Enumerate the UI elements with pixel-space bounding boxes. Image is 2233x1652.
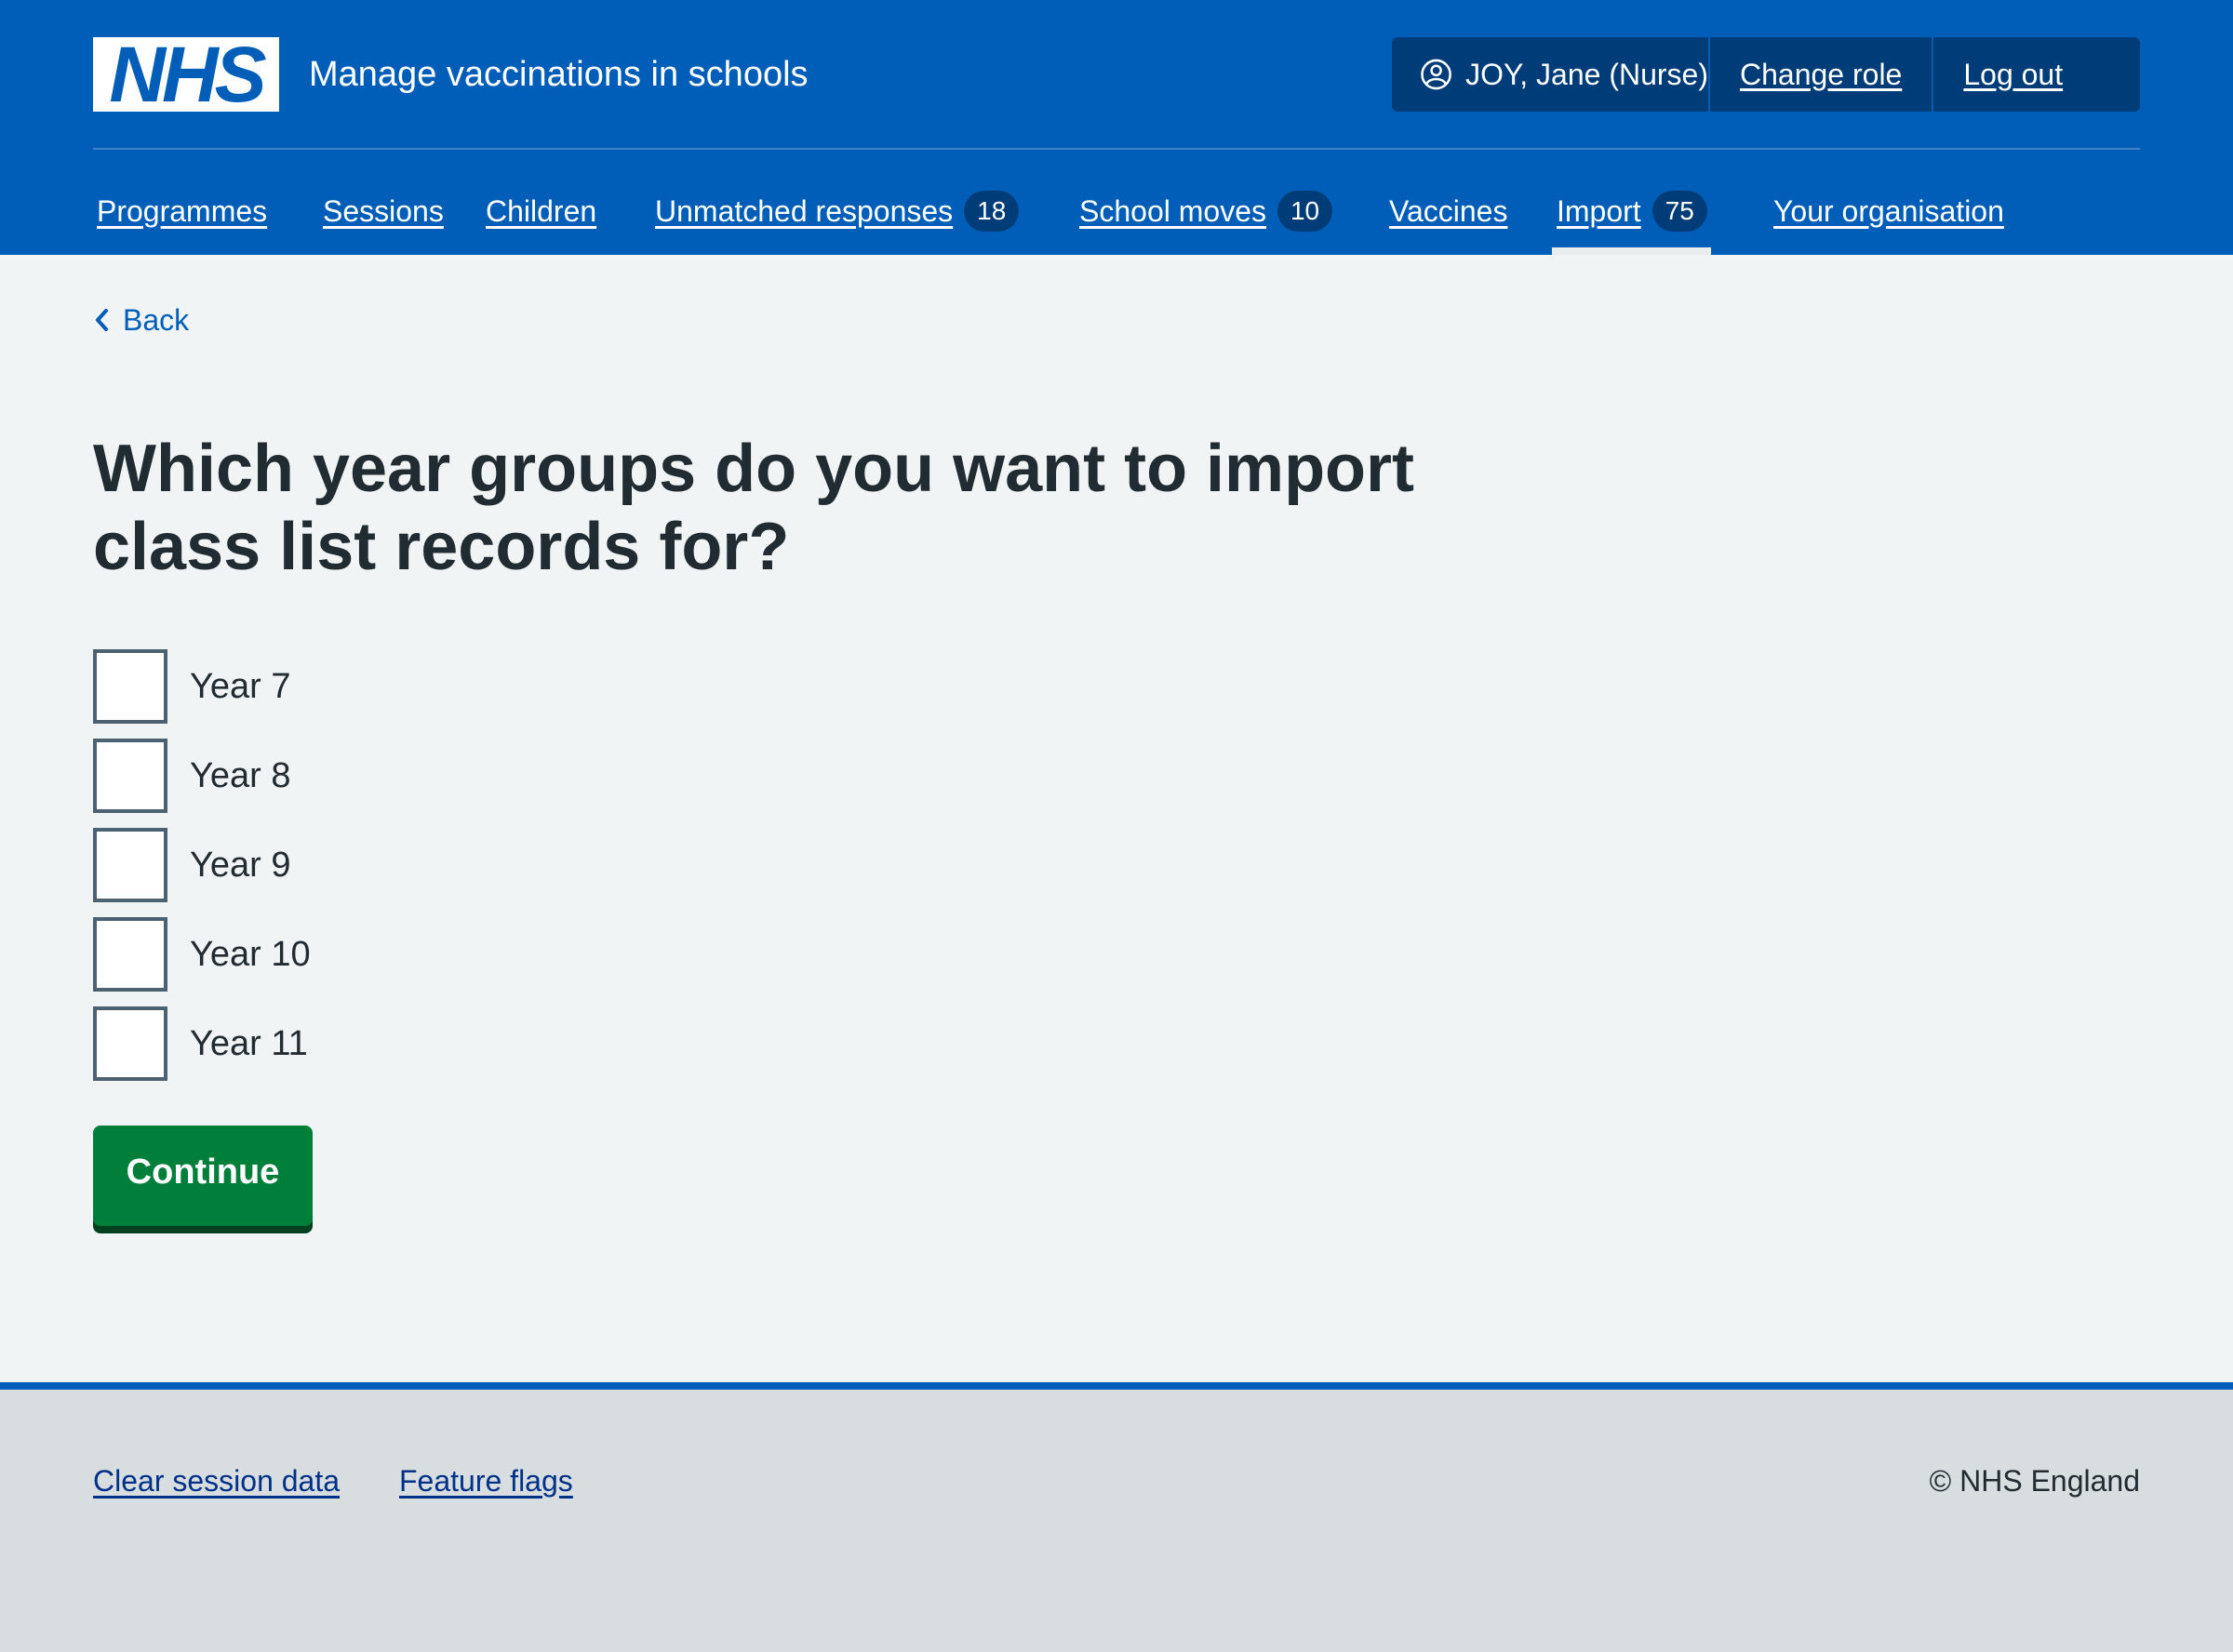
checkbox-year-8[interactable]: Year 8 (93, 739, 311, 813)
clear-session-data-link[interactable]: Clear session data (93, 1464, 340, 1499)
nav-label: Sessions (323, 193, 444, 228)
nav-item-sessions[interactable]: Sessions (323, 167, 444, 255)
change-role-link[interactable]: Change role (1710, 37, 1934, 112)
nav-label: Children (486, 193, 597, 228)
checkbox-label[interactable]: Year 8 (190, 750, 290, 802)
checkbox-input[interactable] (93, 917, 167, 992)
account-user: JOY, Jane (Nurse) (1392, 37, 1710, 112)
checkbox-label[interactable]: Year 7 (190, 660, 290, 713)
checkbox-year-10[interactable]: Year 10 (93, 917, 311, 992)
primary-navigation: Programmes Sessions Children Unmatched r… (93, 167, 2140, 255)
nav-item-children[interactable]: Children (486, 167, 596, 255)
checkbox-year-7[interactable]: Year 7 (93, 649, 311, 724)
back-link-label: Back (123, 303, 190, 337)
header-divider (93, 148, 2140, 150)
account-menu: JOY, Jane (Nurse) Change role Log out (1392, 37, 2140, 112)
checkbox-label[interactable]: Year 10 (190, 928, 311, 980)
chevron-left-icon (96, 309, 108, 331)
checkbox-label[interactable]: Year 9 (190, 839, 290, 891)
checkbox-input[interactable] (93, 649, 167, 724)
year-group-checkboxes: Year 7 Year 8 Year 9 Year 10 Year 11 (93, 649, 311, 1096)
checkbox-year-11[interactable]: Year 11 (93, 1006, 311, 1081)
nav-item-unmatched-responses[interactable]: Unmatched responses 18 (655, 167, 1020, 255)
log-out-link[interactable]: Log out (1933, 37, 2093, 112)
nhs-logo[interactable]: NHS (93, 31, 279, 118)
nav-item-your-organisation[interactable]: Your organisation (1773, 167, 2004, 255)
nav-item-school-moves[interactable]: School moves 10 (1079, 167, 1333, 255)
nav-label: Import (1557, 193, 1641, 228)
nav-item-vaccines[interactable]: Vaccines (1389, 167, 1507, 255)
feature-flags-link[interactable]: Feature flags (399, 1464, 573, 1499)
service-name[interactable]: Manage vaccinations in schools (309, 48, 809, 100)
checkbox-input[interactable] (93, 1006, 167, 1081)
count-badge: 75 (1651, 191, 1707, 232)
continue-button[interactable]: Continue (93, 1126, 313, 1226)
nav-item-programmes[interactable]: Programmes (97, 167, 267, 255)
site-header: NHS Manage vaccinations in schools JOY, … (0, 0, 2233, 255)
nav-label: Your organisation (1773, 193, 2004, 228)
count-badge: 10 (1277, 191, 1333, 232)
checkbox-input[interactable] (93, 739, 167, 813)
checkbox-input[interactable] (93, 828, 167, 902)
page-title: Which year groups do you want to import … (93, 432, 1415, 584)
account-user-label: JOY, Jane (Nurse) (1465, 57, 1708, 91)
copyright: © NHS England (1929, 1464, 2140, 1498)
back-link[interactable]: Back (93, 301, 189, 339)
site-footer: Clear session data Feature flags © NHS E… (0, 1382, 2233, 1652)
nav-label: School moves (1079, 193, 1266, 228)
checkbox-year-9[interactable]: Year 9 (93, 828, 311, 902)
nav-label: Vaccines (1389, 193, 1508, 228)
user-icon (1421, 59, 1451, 90)
checkbox-label[interactable]: Year 11 (190, 1018, 308, 1070)
nhs-logo-text: NHS (109, 31, 266, 118)
nav-item-import[interactable]: Import 75 (1552, 167, 1711, 255)
nav-label: Unmatched responses (655, 193, 954, 228)
nav-label: Programmes (97, 193, 268, 228)
count-badge: 18 (964, 191, 1020, 232)
